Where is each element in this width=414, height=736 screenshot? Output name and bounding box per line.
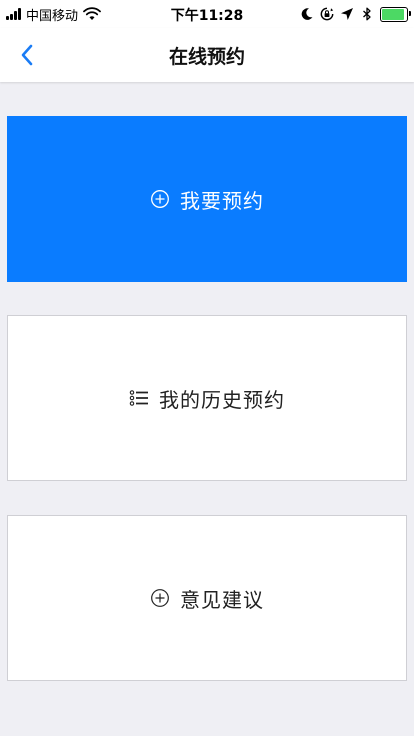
battery-icon [380,6,411,22]
moon-icon [301,8,313,20]
feedback-button[interactable]: 意见建议 [7,515,407,681]
plus-circle-icon [151,190,169,208]
page-title: 在线预约 [168,46,245,68]
plus-circle-icon [151,589,169,607]
app-screen: 中国移动 下午11:28 在线预约 我要预约 我的历史预约 意见建议 [0,0,414,736]
location-arrow-icon [341,8,353,20]
navigation-bar: 在线预约 [0,28,414,82]
rotation-lock-icon [320,7,334,21]
appointment-history-button[interactable]: 我的历史预约 [7,315,407,481]
book-appointment-label: 我要预约 [180,188,264,213]
status-right [300,5,411,23]
book-appointment-button[interactable]: 我要预约 [7,116,407,282]
status-bar: 中国移动 下午11:28 [0,0,414,28]
list-icon [129,390,148,406]
feedback-label: 意见建议 [180,587,264,612]
appointment-history-label: 我的历史预约 [159,387,285,412]
bluetooth-icon [363,7,371,21]
battery-level-fill [382,8,404,20]
